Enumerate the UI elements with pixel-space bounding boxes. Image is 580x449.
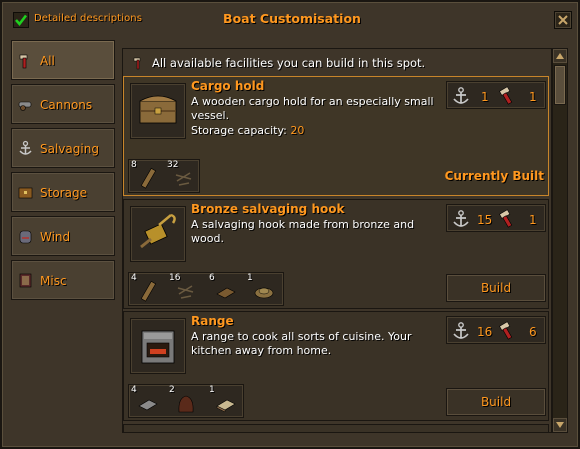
cannon-icon xyxy=(18,101,32,111)
material-qty: 2 xyxy=(169,385,175,395)
stat-value: 20 xyxy=(290,124,305,137)
material-item: 1 xyxy=(207,385,241,417)
facility-entry-partial xyxy=(123,424,549,432)
anchor-icon xyxy=(19,140,32,155)
material-qty: 8 xyxy=(131,160,137,170)
arrow-down-icon xyxy=(556,422,564,428)
facility-image xyxy=(130,206,186,262)
facility-name: Cargo hold xyxy=(191,79,265,93)
salvaging-hook-icon xyxy=(140,213,176,249)
facility-image xyxy=(130,318,186,374)
hint-line: All available facilities you can build i… xyxy=(132,55,425,71)
tab-storage[interactable]: Storage xyxy=(11,172,115,212)
tab-label: All xyxy=(40,54,55,68)
tab-label: Cannons xyxy=(40,98,93,112)
material-qty: 1 xyxy=(209,385,215,395)
hammer-icon xyxy=(133,57,141,70)
facility-entry-bronze-salvaging-hook: Bronze salvaging hook A salvaging hook m… xyxy=(123,199,549,309)
arrow-up-icon xyxy=(556,53,564,59)
hint-text: All available facilities you can build i… xyxy=(152,56,426,70)
build-button[interactable]: Build xyxy=(446,388,546,416)
tab-cannons[interactable]: Cannons xyxy=(11,84,115,124)
range-icon xyxy=(141,330,175,364)
facility-name: Bronze salvaging hook xyxy=(191,202,345,216)
sailing-icon xyxy=(453,322,469,339)
status-currently-built: Currently Built xyxy=(444,169,544,183)
tab-label: Wind xyxy=(40,230,71,244)
tab-label: Misc xyxy=(40,274,67,288)
scroll-thumb[interactable] xyxy=(554,65,566,105)
material-item: 32 xyxy=(165,160,199,192)
category-tabs: All Cannons Salvaging Storage Wind Misc xyxy=(11,40,115,312)
rope-icon xyxy=(254,287,274,299)
wind-icon xyxy=(19,230,32,244)
construction-level: 1 xyxy=(529,90,537,104)
material-qty: 4 xyxy=(131,273,137,283)
close-icon xyxy=(558,15,568,25)
title-bar: Detailed descriptions Boat Customisation xyxy=(4,4,580,34)
sailing-level: 16 xyxy=(477,325,493,339)
facility-description: A range to cook all sorts of cuisine. Yo… xyxy=(191,330,412,357)
window-title: Boat Customisation xyxy=(223,11,361,26)
facility-name: Range xyxy=(191,314,234,328)
chest-icon xyxy=(18,187,33,199)
tab-all[interactable]: All xyxy=(11,40,115,80)
material-item: 4 xyxy=(129,385,163,417)
stat-label: Storage capacity: xyxy=(191,124,287,137)
construction-level: 6 xyxy=(529,325,537,339)
steel-bar-icon xyxy=(138,399,158,411)
materials-list: 4 16 6 1 xyxy=(128,272,284,306)
tab-misc[interactable]: Misc xyxy=(11,260,115,300)
tab-label: Storage xyxy=(40,186,87,200)
nails-icon xyxy=(175,172,192,186)
cargo-hold-icon xyxy=(139,95,177,124)
tab-wind[interactable]: Wind xyxy=(11,216,115,256)
material-qty: 6 xyxy=(209,273,215,283)
facility-description: A wooden cargo hold for an especially sm… xyxy=(191,95,434,122)
material-item: 8 xyxy=(129,160,163,192)
level-requirements: 1 1 xyxy=(446,81,546,109)
construction-icon xyxy=(499,321,513,340)
list-scrollbar[interactable] xyxy=(552,48,568,433)
material-item: 16 xyxy=(167,273,201,305)
sailing-level: 15 xyxy=(477,213,493,227)
book-icon xyxy=(216,399,236,413)
facility-description: A salvaging hook made from bronze and wo… xyxy=(191,218,415,245)
level-requirements: 16 6 xyxy=(446,316,546,344)
tab-salvaging[interactable]: Salvaging xyxy=(11,128,115,168)
sailing-icon xyxy=(453,210,469,227)
material-item: 1 xyxy=(245,273,279,305)
nails-icon xyxy=(177,285,194,299)
material-item: 6 xyxy=(207,273,241,305)
material-qty: 4 xyxy=(131,385,137,395)
material-item: 2 xyxy=(167,385,201,417)
scroll-up-button[interactable] xyxy=(553,49,567,63)
construction-icon xyxy=(499,209,513,228)
clay-icon xyxy=(178,395,194,413)
facility-entry-range: Range A range to cook all sorts of cuisi… xyxy=(123,311,549,421)
facility-image xyxy=(130,83,186,139)
bronze-bar-icon xyxy=(216,287,236,299)
material-item: 4 xyxy=(129,273,163,305)
tab-label: Salvaging xyxy=(40,142,99,156)
scroll-down-button[interactable] xyxy=(553,418,567,432)
sailing-level: 1 xyxy=(481,90,489,104)
construction-icon xyxy=(499,86,513,105)
plank-icon xyxy=(140,167,157,189)
material-qty: 1 xyxy=(247,273,253,283)
materials-list: 4 2 1 xyxy=(128,384,244,418)
materials-list: 8 32 xyxy=(128,159,200,193)
facility-entry-cargo-hold: Cargo hold A wooden cargo hold for an es… xyxy=(123,76,549,196)
sailing-icon xyxy=(453,87,469,104)
close-button[interactable] xyxy=(554,11,572,29)
build-button[interactable]: Build xyxy=(446,274,546,302)
level-requirements: 15 1 xyxy=(446,204,546,232)
construction-level: 1 xyxy=(529,213,537,227)
plank-icon xyxy=(140,280,157,302)
boat-customisation-window: Detailed descriptions Boat Customisation… xyxy=(0,0,580,449)
storage-capacity: Storage capacity: 20 xyxy=(191,124,304,137)
hammer-icon xyxy=(19,54,28,69)
scroll-icon xyxy=(19,273,32,288)
